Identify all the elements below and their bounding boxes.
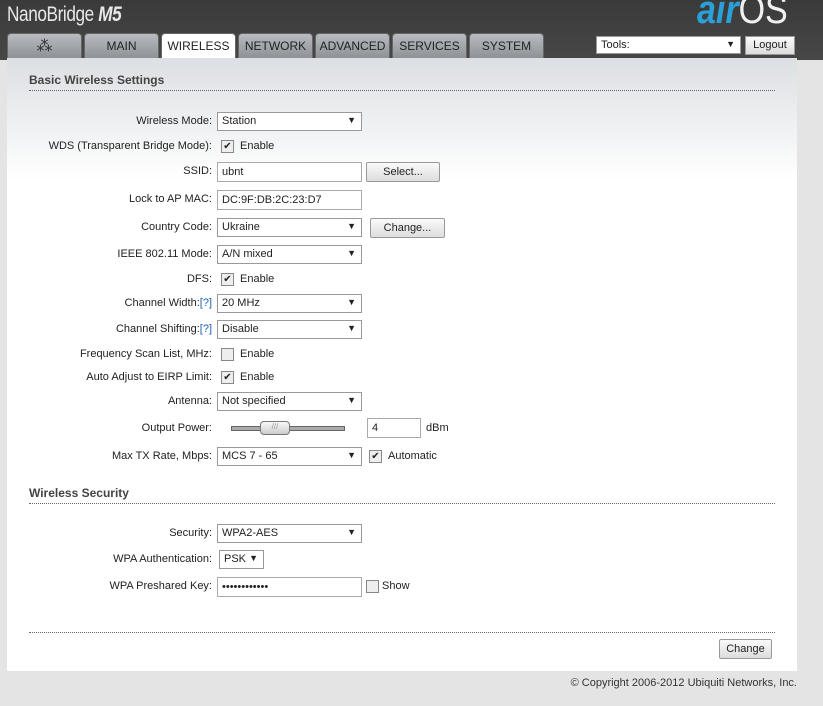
label: Antenna: bbox=[167, 395, 212, 407]
tab-advanced[interactable]: ADVANCED bbox=[315, 33, 390, 58]
content-panel: Basic Wireless Settings Wireless Mode: S… bbox=[7, 58, 797, 671]
logout-button[interactable]: Logout bbox=[745, 36, 795, 55]
lock-ap-mac-input[interactable]: DC:9F:DB:2C:23:D7 bbox=[217, 190, 362, 210]
section-title-basic: Basic Wireless Settings bbox=[29, 73, 775, 91]
row-eirp: Auto Adjust to EIRP Limit: ✔ Enable bbox=[7, 368, 797, 388]
row-freq-scan: Frequency Scan List, MHz: Enable bbox=[7, 345, 797, 365]
label: WDS (Transparent Bridge Mode): bbox=[48, 140, 212, 152]
tab-services[interactable]: SERVICES bbox=[392, 33, 467, 58]
chevron-down-icon: ▼ bbox=[347, 221, 356, 231]
chevron-down-icon: ▼ bbox=[249, 553, 258, 563]
output-power-slider[interactable]: /// bbox=[231, 421, 345, 435]
label: Enable bbox=[240, 348, 275, 360]
header: NanoBridge M5 airOS ⁂ MAIN WIRELESS NETW… bbox=[0, 0, 823, 60]
chevron-down-icon: ▼ bbox=[347, 323, 356, 333]
row-wds: WDS (Transparent Bridge Mode): ✔ Enable bbox=[7, 137, 797, 157]
show-key-checkbox[interactable] bbox=[366, 580, 379, 593]
row-country: Country Code: Ukraine ▼ Change... bbox=[7, 218, 797, 238]
product-logo: NanoBridge M5 bbox=[7, 3, 122, 26]
label: Country Code: bbox=[141, 221, 212, 233]
wds-checkbox[interactable]: ✔ bbox=[221, 140, 234, 153]
row-max-tx: Max TX Rate, Mbps: MCS 7 - 65 ▼ ✔ Automat… bbox=[7, 447, 797, 467]
label: Show bbox=[382, 580, 410, 592]
airos-logo: airOS bbox=[697, 0, 788, 32]
tab-system[interactable]: SYSTEM bbox=[469, 33, 544, 58]
row-security: Security: WPA2-AES ▼ bbox=[7, 524, 797, 544]
antenna-select[interactable]: Not specified ▼ bbox=[217, 392, 362, 411]
label: Channel Shifting:[?] bbox=[115, 323, 212, 335]
label: SSID: bbox=[183, 165, 212, 177]
row-channel-width: Channel Width:[?] 20 MHz ▼ bbox=[7, 294, 797, 314]
wireless-mode-select[interactable]: Station ▼ bbox=[217, 112, 362, 131]
change-button[interactable]: Change bbox=[719, 639, 772, 659]
help-link[interactable]: [?] bbox=[200, 323, 212, 335]
label: Security: bbox=[169, 527, 212, 539]
tab-ubnt-logo[interactable]: ⁂ bbox=[7, 33, 82, 58]
wpa-auth-select[interactable]: PSK ▼ bbox=[219, 550, 264, 569]
country-change-button[interactable]: Change... bbox=[370, 218, 445, 238]
label: Enable bbox=[240, 371, 275, 383]
label: Lock to AP MAC: bbox=[129, 193, 212, 205]
label: IEEE 802.11 Mode: bbox=[117, 248, 212, 260]
ieee-mode-select[interactable]: A/N mixed ▼ bbox=[217, 245, 362, 264]
row-channel-shifting: Channel Shifting:[?] Disable ▼ bbox=[7, 320, 797, 340]
section-title-security: Wireless Security bbox=[29, 486, 775, 504]
row-output-power: Output Power: /// 4 dBm bbox=[7, 418, 797, 439]
label: Max TX Rate, Mbps: bbox=[111, 450, 212, 462]
chevron-down-icon: ▼ bbox=[347, 115, 356, 125]
copyright: © Copyright 2006-2012 Ubiquiti Networks,… bbox=[570, 677, 797, 689]
row-wireless-mode: Wireless Mode: Station ▼ bbox=[7, 112, 797, 132]
divider bbox=[29, 632, 775, 633]
channel-width-select[interactable]: 20 MHz ▼ bbox=[217, 294, 362, 313]
country-select[interactable]: Ukraine ▼ bbox=[217, 218, 362, 237]
unit-label: dBm bbox=[426, 422, 449, 434]
label: Auto Adjust to EIRP Limit: bbox=[86, 371, 212, 383]
ssid-select-button[interactable]: Select... bbox=[366, 162, 440, 182]
max-tx-select[interactable]: MCS 7 - 65 ▼ bbox=[217, 447, 362, 466]
tab-main[interactable]: MAIN bbox=[84, 33, 159, 58]
label: Output Power: bbox=[141, 422, 212, 434]
label: Enable bbox=[240, 140, 275, 152]
tab-network[interactable]: NETWORK bbox=[238, 33, 313, 58]
row-ssid: SSID: ubnt Select... bbox=[7, 162, 797, 182]
ssid-input[interactable]: ubnt bbox=[217, 162, 362, 182]
channel-shifting-select[interactable]: Disable ▼ bbox=[217, 320, 362, 339]
chevron-down-icon: ▼ bbox=[347, 395, 356, 405]
row-lock-ap: Lock to AP MAC: DC:9F:DB:2C:23:D7 bbox=[7, 190, 797, 210]
label: WPA Authentication: bbox=[113, 553, 212, 565]
chevron-down-icon: ▼ bbox=[347, 450, 356, 460]
row-ieee: IEEE 802.11 Mode: A/N mixed ▼ bbox=[7, 245, 797, 265]
freq-scan-checkbox[interactable] bbox=[221, 348, 234, 361]
row-antenna: Antenna: Not specified ▼ bbox=[7, 392, 797, 412]
eirp-checkbox[interactable]: ✔ bbox=[221, 371, 234, 384]
main-tabs: ⁂ MAIN WIRELESS NETWORK ADVANCED SERVICE… bbox=[7, 33, 544, 59]
label: Automatic bbox=[388, 450, 437, 462]
row-psk: WPA Preshared Key: •••••••••••• Show bbox=[7, 577, 797, 597]
chevron-down-icon: ▼ bbox=[347, 297, 356, 307]
label: WPA Preshared Key: bbox=[109, 580, 212, 592]
row-wpa-auth: WPA Authentication: PSK ▼ bbox=[7, 550, 797, 570]
label: Channel Width:[?] bbox=[124, 297, 212, 309]
automatic-checkbox[interactable]: ✔ bbox=[369, 450, 382, 463]
slider-handle[interactable]: /// bbox=[260, 421, 290, 435]
label: Enable bbox=[240, 273, 275, 285]
chevron-down-icon: ▼ bbox=[726, 39, 735, 49]
label: Frequency Scan List, MHz: bbox=[79, 348, 212, 360]
label: Wireless Mode: bbox=[136, 115, 212, 127]
dfs-checkbox[interactable]: ✔ bbox=[221, 273, 234, 286]
chevron-down-icon: ▼ bbox=[347, 527, 356, 537]
tab-wireless[interactable]: WIRELESS bbox=[161, 33, 236, 59]
label: DFS: bbox=[186, 273, 212, 285]
security-select[interactable]: WPA2-AES ▼ bbox=[217, 524, 362, 543]
psk-input[interactable]: •••••••••••• bbox=[217, 577, 362, 597]
chevron-down-icon: ▼ bbox=[347, 248, 356, 258]
row-dfs: DFS: ✔ Enable bbox=[7, 270, 797, 290]
help-link[interactable]: [?] bbox=[200, 297, 212, 309]
output-power-input[interactable]: 4 bbox=[367, 418, 421, 438]
tools-select[interactable]: Tools: ▼ bbox=[596, 36, 741, 54]
